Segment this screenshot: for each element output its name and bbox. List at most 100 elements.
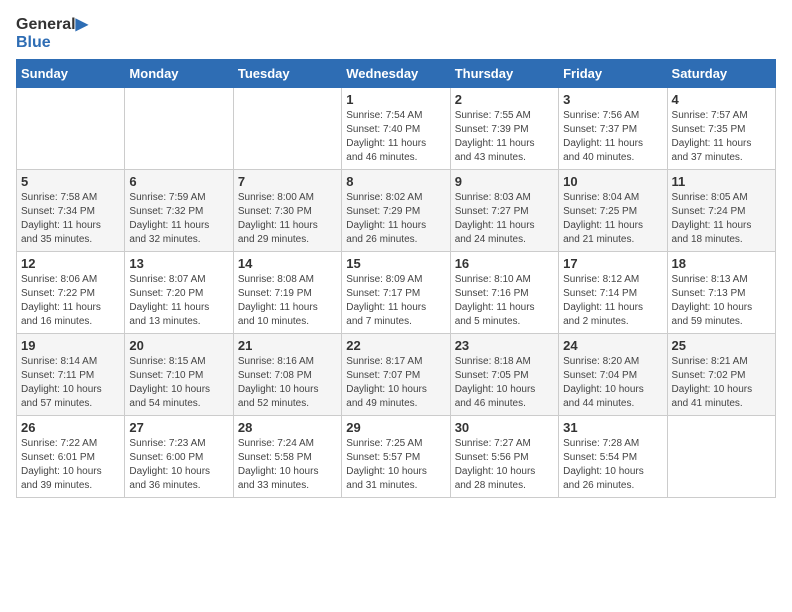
calendar-day-header: Thursday <box>450 60 558 88</box>
day-info: Sunrise: 7:57 AM Sunset: 7:35 PM Dayligh… <box>672 109 771 165</box>
day-info: Sunrise: 8:08 AM Sunset: 7:19 PM Dayligh… <box>238 273 337 329</box>
calendar-cell: 8 Sunrise: 8:02 AM Sunset: 7:29 PM Daylig… <box>342 170 450 252</box>
day-number: 19 <box>21 338 120 353</box>
day-number: 28 <box>238 420 337 435</box>
calendar-cell <box>125 88 233 170</box>
calendar-cell <box>233 88 341 170</box>
day-number: 13 <box>129 256 228 271</box>
calendar-cell: 11Sunrise: 8:05 AM Sunset: 7:24 PM Dayli… <box>667 170 775 252</box>
day-number: 9 <box>455 174 554 189</box>
calendar-cell: 21Sunrise: 8:16 AM Sunset: 7:08 PM Dayli… <box>233 334 341 416</box>
day-info: Sunrise: 7:55 AM Sunset: 7:39 PM Dayligh… <box>455 109 554 165</box>
day-info: Sunrise: 7:23 AM Sunset: 6:00 PM Dayligh… <box>129 437 228 493</box>
calendar-cell: 19 Sunrise: 8:14 AM Sunset: 7:11 PM Dayli… <box>17 334 125 416</box>
day-number: 7 <box>238 174 337 189</box>
logo-text: General▶ Blue <box>16 16 88 51</box>
day-info: Sunrise: 7:58 AM Sunset: 7:34 PM Dayligh… <box>21 191 120 247</box>
day-number: 22 <box>346 338 445 353</box>
calendar-cell: 1 Sunrise: 7:54 AM Sunset: 7:40 PM Daylig… <box>342 88 450 170</box>
calendar-cell: 17 Sunrise: 8:12 AM Sunset: 7:14 PM Dayli… <box>559 252 667 334</box>
calendar-day-header: Saturday <box>667 60 775 88</box>
calendar-cell: 13 Sunrise: 8:07 AM Sunset: 7:20 PM Dayli… <box>125 252 233 334</box>
day-number: 30 <box>455 420 554 435</box>
logo: General▶ Blue <box>16 16 88 51</box>
calendar-cell: 25 Sunrise: 8:21 AM Sunset: 7:02 PM Dayli… <box>667 334 775 416</box>
calendar-cell <box>667 416 775 498</box>
day-number: 26 <box>21 420 120 435</box>
calendar-cell: 18 Sunrise: 8:13 AM Sunset: 7:13 PM Dayli… <box>667 252 775 334</box>
day-number: 17 <box>563 256 662 271</box>
day-number: 2 <box>455 92 554 107</box>
calendar-day-header: Sunday <box>17 60 125 88</box>
day-info: Sunrise: 8:18 AM Sunset: 7:05 PM Dayligh… <box>455 355 554 411</box>
calendar-header-row: SundayMondayTuesdayWednesdayThursdayFrid… <box>17 60 776 88</box>
calendar-cell: 2 Sunrise: 7:55 AM Sunset: 7:39 PM Daylig… <box>450 88 558 170</box>
day-number: 5 <box>21 174 120 189</box>
day-number: 25 <box>672 338 771 353</box>
calendar-cell: 15 Sunrise: 8:09 AM Sunset: 7:17 PM Dayli… <box>342 252 450 334</box>
calendar-day-header: Tuesday <box>233 60 341 88</box>
day-info: Sunrise: 8:04 AM Sunset: 7:25 PM Dayligh… <box>563 191 662 247</box>
calendar-cell: 31 Sunrise: 7:28 AM Sunset: 5:54 PM Dayli… <box>559 416 667 498</box>
calendar-week-row: 12 Sunrise: 8:06 AM Sunset: 7:22 PM Dayli… <box>17 252 776 334</box>
day-number: 15 <box>346 256 445 271</box>
calendar-cell: 12 Sunrise: 8:06 AM Sunset: 7:22 PM Dayli… <box>17 252 125 334</box>
day-info: Sunrise: 8:14 AM Sunset: 7:11 PM Dayligh… <box>21 355 120 411</box>
day-number: 23 <box>455 338 554 353</box>
calendar-cell <box>17 88 125 170</box>
day-info: Sunrise: 8:02 AM Sunset: 7:29 PM Dayligh… <box>346 191 445 247</box>
calendar-cell: 9 Sunrise: 8:03 AM Sunset: 7:27 PM Daylig… <box>450 170 558 252</box>
calendar-cell: 4 Sunrise: 7:57 AM Sunset: 7:35 PM Daylig… <box>667 88 775 170</box>
day-info: Sunrise: 8:03 AM Sunset: 7:27 PM Dayligh… <box>455 191 554 247</box>
calendar-cell: 6 Sunrise: 7:59 AM Sunset: 7:32 PM Daylig… <box>125 170 233 252</box>
day-number: 20 <box>129 338 228 353</box>
calendar-cell: 7 Sunrise: 8:00 AM Sunset: 7:30 PM Daylig… <box>233 170 341 252</box>
day-number: 3 <box>563 92 662 107</box>
calendar-cell: 3Sunrise: 7:56 AM Sunset: 7:37 PM Daylig… <box>559 88 667 170</box>
calendar-week-row: 5 Sunrise: 7:58 AM Sunset: 7:34 PM Daylig… <box>17 170 776 252</box>
calendar-cell: 28 Sunrise: 7:24 AM Sunset: 5:58 PM Dayli… <box>233 416 341 498</box>
day-info: Sunrise: 7:54 AM Sunset: 7:40 PM Dayligh… <box>346 109 445 165</box>
day-number: 4 <box>672 92 771 107</box>
day-info: Sunrise: 8:07 AM Sunset: 7:20 PM Dayligh… <box>129 273 228 329</box>
day-info: Sunrise: 8:21 AM Sunset: 7:02 PM Dayligh… <box>672 355 771 411</box>
calendar-week-row: 26 Sunrise: 7:22 AM Sunset: 6:01 PM Dayli… <box>17 416 776 498</box>
day-number: 24 <box>563 338 662 353</box>
day-info: Sunrise: 7:25 AM Sunset: 5:57 PM Dayligh… <box>346 437 445 493</box>
day-info: Sunrise: 7:24 AM Sunset: 5:58 PM Dayligh… <box>238 437 337 493</box>
day-number: 18 <box>672 256 771 271</box>
calendar-day-header: Wednesday <box>342 60 450 88</box>
day-info: Sunrise: 8:20 AM Sunset: 7:04 PM Dayligh… <box>563 355 662 411</box>
day-number: 1 <box>346 92 445 107</box>
day-info: Sunrise: 7:59 AM Sunset: 7:32 PM Dayligh… <box>129 191 228 247</box>
day-number: 14 <box>238 256 337 271</box>
calendar-table: SundayMondayTuesdayWednesdayThursdayFrid… <box>16 59 776 498</box>
day-info: Sunrise: 8:10 AM Sunset: 7:16 PM Dayligh… <box>455 273 554 329</box>
day-info: Sunrise: 8:13 AM Sunset: 7:13 PM Dayligh… <box>672 273 771 329</box>
day-number: 6 <box>129 174 228 189</box>
day-number: 31 <box>563 420 662 435</box>
day-info: Sunrise: 8:00 AM Sunset: 7:30 PM Dayligh… <box>238 191 337 247</box>
calendar-cell: 14 Sunrise: 8:08 AM Sunset: 7:19 PM Dayli… <box>233 252 341 334</box>
day-info: Sunrise: 8:05 AM Sunset: 7:24 PM Dayligh… <box>672 191 771 247</box>
calendar-cell: 10 Sunrise: 8:04 AM Sunset: 7:25 PM Dayli… <box>559 170 667 252</box>
calendar-cell: 23 Sunrise: 8:18 AM Sunset: 7:05 PM Dayli… <box>450 334 558 416</box>
day-info: Sunrise: 8:17 AM Sunset: 7:07 PM Dayligh… <box>346 355 445 411</box>
day-info: Sunrise: 7:27 AM Sunset: 5:56 PM Dayligh… <box>455 437 554 493</box>
page-header: General▶ Blue <box>16 16 776 51</box>
day-number: 12 <box>21 256 120 271</box>
day-info: Sunrise: 8:12 AM Sunset: 7:14 PM Dayligh… <box>563 273 662 329</box>
calendar-week-row: 1 Sunrise: 7:54 AM Sunset: 7:40 PM Daylig… <box>17 88 776 170</box>
day-number: 8 <box>346 174 445 189</box>
calendar-cell: 26 Sunrise: 7:22 AM Sunset: 6:01 PM Dayli… <box>17 416 125 498</box>
day-number: 29 <box>346 420 445 435</box>
day-number: 10 <box>563 174 662 189</box>
day-number: 16 <box>455 256 554 271</box>
calendar-cell: 16 Sunrise: 8:10 AM Sunset: 7:16 PM Dayli… <box>450 252 558 334</box>
day-info: Sunrise: 8:09 AM Sunset: 7:17 PM Dayligh… <box>346 273 445 329</box>
day-info: Sunrise: 7:22 AM Sunset: 6:01 PM Dayligh… <box>21 437 120 493</box>
day-number: 27 <box>129 420 228 435</box>
calendar-cell: 5 Sunrise: 7:58 AM Sunset: 7:34 PM Daylig… <box>17 170 125 252</box>
day-info: Sunrise: 7:28 AM Sunset: 5:54 PM Dayligh… <box>563 437 662 493</box>
day-info: Sunrise: 8:06 AM Sunset: 7:22 PM Dayligh… <box>21 273 120 329</box>
